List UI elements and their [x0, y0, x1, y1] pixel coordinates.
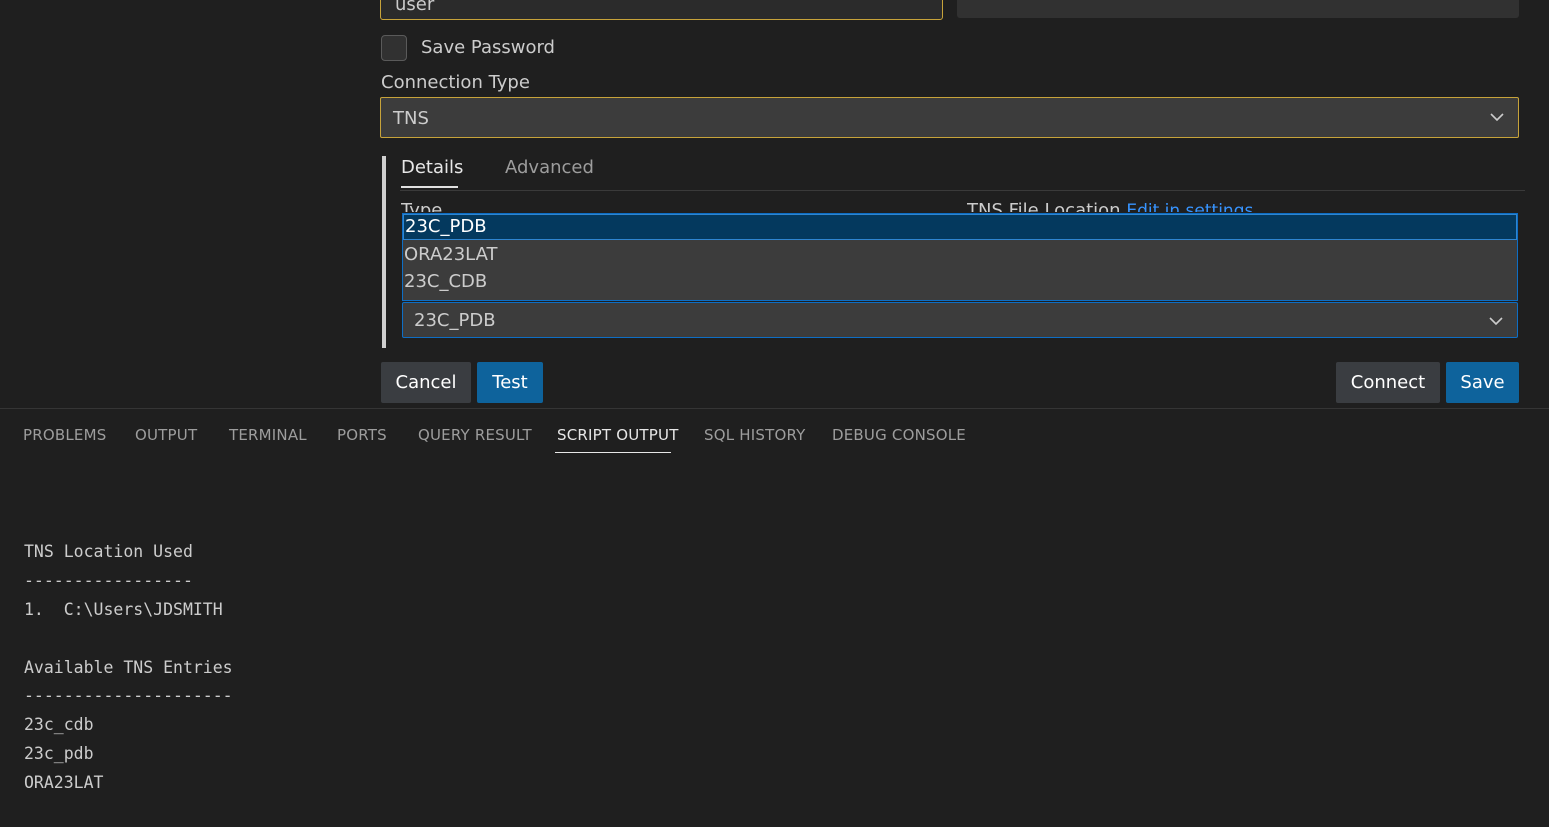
save-password-label: Save Password: [421, 37, 555, 58]
panel-tab-terminal[interactable]: TERMINAL: [229, 426, 307, 444]
panel-divider: [0, 408, 1549, 409]
tns-alias-select[interactable]: 23C_PDB: [402, 302, 1518, 338]
edit-in-settings-link[interactable]: Edit in settings: [1126, 201, 1253, 212]
connect-button[interactable]: Connect: [1336, 362, 1440, 403]
panel-tab-sql-history[interactable]: SQL HISTORY: [704, 426, 805, 444]
save-button[interactable]: Save: [1446, 362, 1519, 403]
output-line: 1. C:\Users\JDSMITH: [24, 599, 223, 619]
chevron-down-icon: [1489, 317, 1503, 326]
output-line: ORA23LAT: [24, 773, 104, 793]
connection-type-label: Connection Type: [381, 72, 530, 93]
tns-file-location-label-wrap: TNS File Location Edit in settings: [967, 200, 1253, 212]
output-line: Available TNS Entries: [24, 657, 233, 677]
username-value: user: [395, 0, 435, 15]
panel-tab-active-underline: [555, 452, 671, 453]
panel-tab-script-output[interactable]: SCRIPT OUTPUT: [557, 426, 679, 444]
dropdown-option-23c-pdb[interactable]: 23C_PDB: [403, 214, 1517, 240]
tns-dropdown-list[interactable]: 23C_PDB ORA23LAT 23C_CDB: [402, 213, 1518, 301]
panel-tab-output[interactable]: OUTPUT: [135, 426, 197, 444]
script-output: TNS Location Used ----------------- 1. C:\…: [24, 509, 233, 827]
tab-advanced[interactable]: Advanced: [505, 157, 594, 178]
panel-tab-problems[interactable]: PROBLEMS: [23, 426, 106, 444]
output-line: 23c_cdb: [24, 715, 94, 735]
panel-tab-query-result[interactable]: QUERY RESULT: [418, 426, 532, 444]
output-line: -----------------: [24, 570, 193, 590]
panel-tab-ports[interactable]: PORTS: [337, 426, 387, 444]
connection-type-select[interactable]: TNS: [380, 97, 1519, 138]
panel-tab-debug-console[interactable]: DEBUG CONSOLE: [832, 426, 966, 444]
save-password-checkbox[interactable]: [381, 35, 407, 61]
password-input[interactable]: [957, 0, 1519, 18]
tab-details-underline: [401, 186, 458, 188]
dropdown-option-23c-cdb[interactable]: 23C_CDB: [403, 269, 1517, 295]
dropdown-option-ora23lat[interactable]: ORA23LAT: [403, 242, 1517, 268]
type-label: Type: [401, 200, 443, 212]
username-input[interactable]: user: [380, 0, 943, 20]
output-line: TNS Location Used: [24, 541, 193, 561]
details-panel-accent: [382, 156, 386, 348]
tns-alias-value: 23C_PDB: [414, 310, 496, 331]
connection-type-value: TNS: [393, 108, 429, 129]
chevron-down-icon: [1490, 113, 1504, 122]
tab-row-divider: [400, 190, 1525, 191]
output-line: ---------------------: [24, 686, 233, 706]
tab-details[interactable]: Details: [401, 157, 463, 178]
test-button[interactable]: Test: [477, 362, 543, 403]
cancel-button[interactable]: Cancel: [381, 362, 471, 403]
output-line: 23c_pdb: [24, 744, 94, 764]
tns-file-location-label: TNS File Location: [967, 200, 1121, 212]
